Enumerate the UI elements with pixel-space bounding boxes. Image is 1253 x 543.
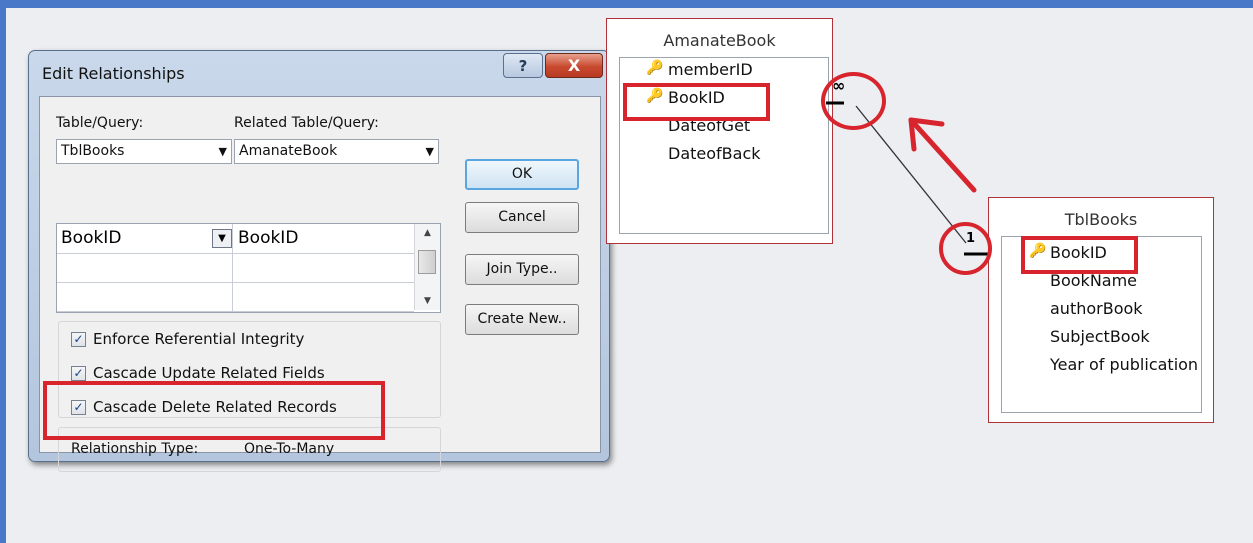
grid-related-field-cell[interactable] bbox=[234, 253, 414, 282]
chevron-down-icon[interactable]: ▼ bbox=[212, 229, 232, 248]
many-side-circle bbox=[821, 72, 886, 130]
relationship-line bbox=[855, 105, 967, 244]
grid-field-cell[interactable] bbox=[57, 253, 233, 282]
dialog-title: Edit Relationships bbox=[42, 64, 185, 83]
field-item[interactable]: memberID bbox=[668, 60, 753, 79]
field-item[interactable]: SubjectBook bbox=[1050, 327, 1150, 346]
relationship-type-label: Relationship Type: bbox=[71, 441, 199, 457]
amanatebook-table[interactable]: AmanateBook 🔑 memberID 🔑 BookID DateofGe… bbox=[606, 18, 833, 244]
grid-related-field-cell[interactable]: BookID bbox=[234, 224, 414, 253]
relationship-type-value: One-To-Many bbox=[244, 441, 335, 457]
grid-related-field-cell[interactable] bbox=[234, 282, 414, 311]
grid-row[interactable] bbox=[57, 282, 414, 312]
relationship-type-highlight bbox=[43, 381, 385, 440]
relationships-canvas: Edit Relationships ? X Table/Query: Rela… bbox=[6, 8, 1253, 543]
field-item[interactable]: authorBook bbox=[1050, 299, 1143, 318]
table-query-value: TblBooks bbox=[61, 143, 125, 159]
bookid-highlight bbox=[1021, 236, 1138, 274]
related-table-query-label: Related Table/Query: bbox=[234, 115, 379, 131]
field-mapping-grid[interactable]: BookID ▼ BookID ▲ ▼ bbox=[56, 223, 441, 313]
table-query-select[interactable]: TblBooks ▼ bbox=[56, 139, 232, 164]
grid-scrollbar[interactable]: ▲ ▼ bbox=[414, 224, 440, 310]
field-item[interactable]: Year of publication bbox=[1050, 355, 1198, 374]
ok-button[interactable]: OK bbox=[465, 159, 579, 190]
chevron-down-icon[interactable]: ▼ bbox=[219, 140, 227, 163]
help-button[interactable]: ? bbox=[503, 53, 543, 78]
one-side-circle bbox=[939, 222, 992, 275]
arrow-head-left bbox=[908, 117, 945, 127]
grid-row[interactable]: BookID ▼ BookID bbox=[57, 224, 414, 254]
scroll-up-icon[interactable]: ▲ bbox=[415, 224, 440, 242]
bookid-highlight bbox=[623, 83, 770, 121]
checkmark-icon[interactable]: ✓ bbox=[71, 366, 86, 381]
grid-row[interactable] bbox=[57, 253, 414, 283]
grid-field-cell[interactable] bbox=[57, 282, 233, 311]
edit-relationships-dialog: Edit Relationships ? X Table/Query: Rela… bbox=[28, 50, 610, 472]
grid-field-cell[interactable]: BookID bbox=[57, 224, 233, 253]
scroll-down-icon[interactable]: ▼ bbox=[415, 292, 440, 310]
checkmark-icon[interactable]: ✓ bbox=[71, 332, 86, 347]
checkbox-label: Enforce Referential Integrity bbox=[93, 330, 305, 348]
field-item[interactable]: DateofBack bbox=[668, 144, 761, 163]
close-button[interactable]: X bbox=[545, 53, 603, 78]
tblbooks-table[interactable]: TblBooks 🔑 BookID BookName authorBook Su… bbox=[988, 197, 1214, 423]
arrow-shaft bbox=[908, 117, 977, 193]
join-type-button[interactable]: Join Type.. bbox=[465, 254, 579, 285]
create-new-button[interactable]: Create New.. bbox=[465, 304, 579, 335]
chevron-down-icon[interactable]: ▼ bbox=[426, 140, 434, 163]
scroll-thumb[interactable] bbox=[418, 250, 436, 274]
related-table-query-value: AmanateBook bbox=[239, 143, 338, 159]
table-title: TblBooks bbox=[1064, 210, 1138, 229]
key-icon: 🔑 bbox=[646, 60, 664, 76]
related-table-query-select[interactable]: AmanateBook ▼ bbox=[234, 139, 439, 164]
cancel-button[interactable]: Cancel bbox=[465, 202, 579, 233]
table-query-label: Table/Query: bbox=[56, 115, 144, 131]
table-title: AmanateBook bbox=[663, 31, 776, 50]
checkbox-label: Cascade Update Related Fields bbox=[93, 364, 325, 382]
arrow-head-right bbox=[908, 117, 917, 152]
